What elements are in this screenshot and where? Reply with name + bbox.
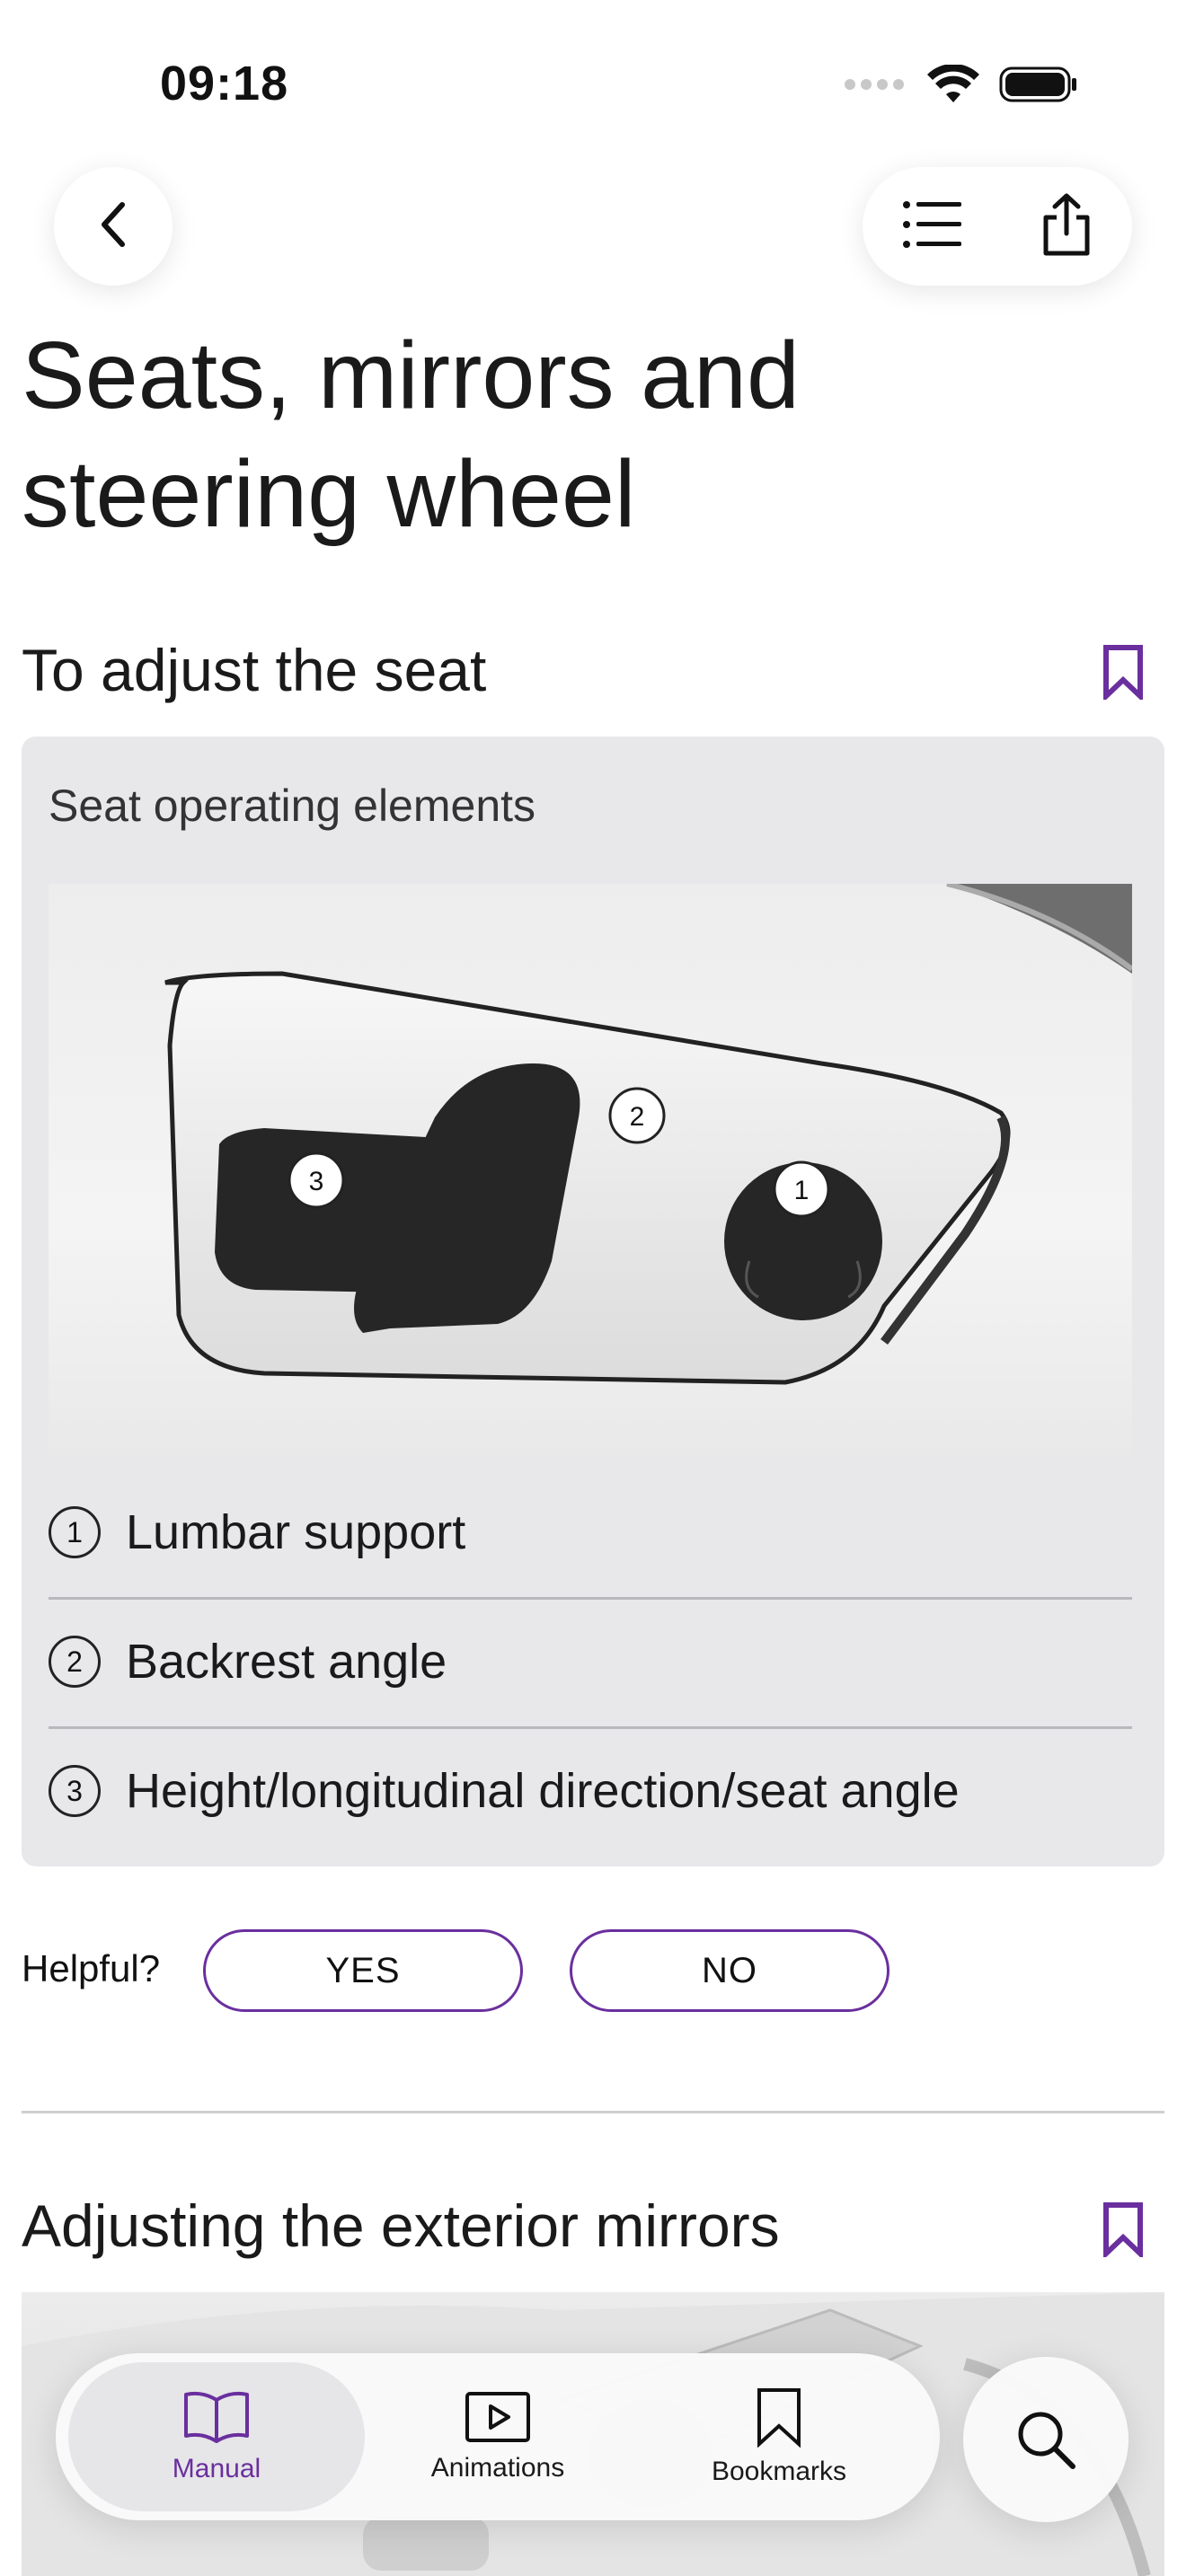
legend-item: 3 Height/longitudinal direction/seat ang… — [49, 1726, 1132, 1856]
book-icon — [184, 2391, 249, 2443]
wifi-icon — [927, 63, 979, 109]
signal-icon — [845, 75, 907, 98]
tab-label: Manual — [172, 2454, 261, 2483]
top-actions — [863, 167, 1132, 286]
battery-icon — [999, 65, 1078, 109]
bookmark-icon — [1103, 645, 1143, 700]
bookmark-icon — [757, 2388, 801, 2448]
legend-label: Lumbar support — [126, 1505, 466, 1559]
legend-label: Backrest angle — [126, 1635, 447, 1689]
figure-caption: Seat operating elements — [49, 781, 536, 831]
legend-number: 2 — [49, 1636, 101, 1688]
legend-item: 2 Backrest angle — [49, 1597, 1132, 1729]
helpful-label: Helpful? — [22, 1947, 161, 1989]
legend-item: 1 Lumbar support — [49, 1468, 1132, 1600]
section-divider — [22, 2111, 1164, 2113]
legend-number: 3 — [49, 1765, 101, 1817]
search-button[interactable] — [963, 2357, 1128, 2522]
bookmark-icon — [1103, 2202, 1143, 2257]
helpful-yes-button[interactable]: YES — [203, 1929, 523, 2012]
legend-label: Height/longitudinal direction/seat angle — [126, 1764, 960, 1818]
bookmark-section-button[interactable] — [1096, 2197, 1150, 2262]
callout-3-label: 3 — [309, 1167, 324, 1196]
tab-label: Bookmarks — [711, 2457, 847, 2486]
tab-label: Animations — [430, 2453, 565, 2483]
seat-controls-illustration: 3 2 1 — [49, 884, 1132, 1455]
section-title-adjust-seat: To adjust the seat — [22, 637, 487, 703]
share-icon — [1043, 193, 1090, 255]
section-title-exterior-mirrors: Adjusting the exterior mirrors — [22, 2192, 780, 2259]
bottom-tab-bar: Manual Animations Bookmarks — [56, 2353, 940, 2520]
list-icon — [903, 200, 961, 248]
page-title: Seats, mirrors and steering wheel — [22, 322, 800, 547]
chevron-left-icon — [95, 198, 131, 256]
play-icon — [465, 2392, 530, 2442]
back-button[interactable] — [54, 167, 173, 286]
toc-button[interactable] — [902, 199, 961, 254]
tab-bookmarks[interactable]: Bookmarks — [631, 2362, 927, 2511]
tab-animations[interactable]: Animations — [350, 2362, 646, 2511]
helpful-no-button[interactable]: NO — [570, 1929, 890, 2012]
status-icons — [845, 63, 1078, 109]
search-icon — [1018, 2412, 1075, 2469]
seat-figure-card: Seat operating elements 3 2 1 1 Lumbar s… — [22, 737, 1164, 1866]
callout-2-label: 2 — [630, 1102, 645, 1132]
bookmark-section-button[interactable] — [1096, 640, 1150, 704]
status-time: 09:18 — [160, 57, 289, 110]
share-button[interactable] — [1040, 192, 1093, 261]
tab-manual[interactable]: Manual — [68, 2362, 365, 2511]
callout-1-label: 1 — [794, 1176, 810, 1205]
legend-number: 1 — [49, 1506, 101, 1558]
